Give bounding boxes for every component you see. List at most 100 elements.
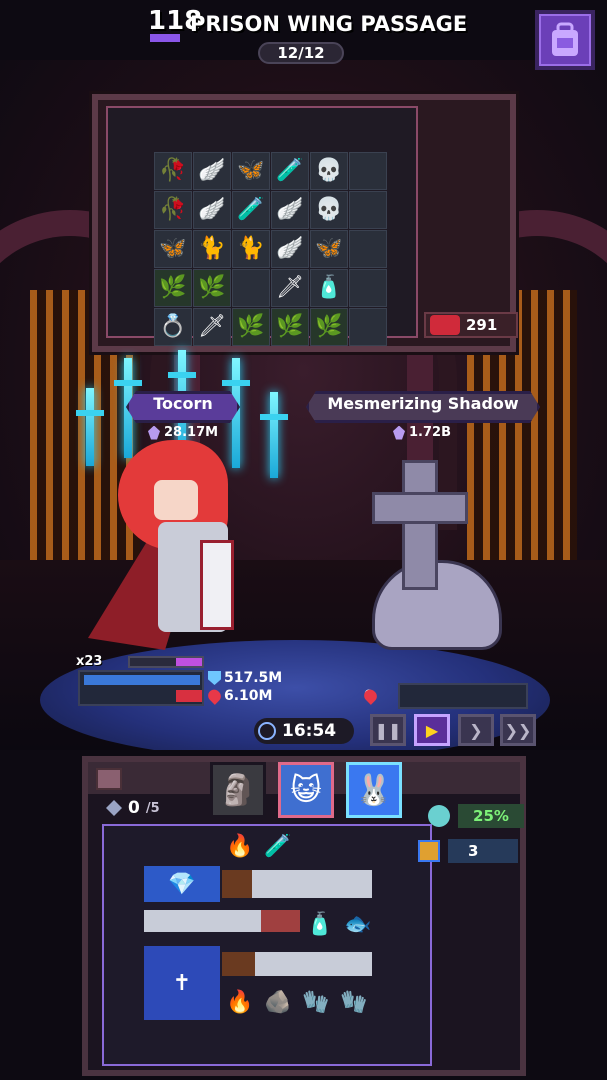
hero-power-value: 28.17M — [164, 425, 219, 440]
thorn-vine-icon[interactable]: 🌿 — [154, 269, 192, 307]
fire-ring-icon[interactable]: 🔥 — [222, 828, 258, 864]
hero-power: 28.17M — [148, 425, 218, 440]
stage-header: 118 PRISON WING PASSAGE 12/12 — [0, 0, 607, 72]
dagger-icon[interactable]: 🗡 — [271, 269, 309, 307]
short-sword-icon[interactable] — [222, 952, 372, 976]
enemy-power-value: 1.72B — [409, 425, 451, 440]
thorn-vine-icon[interactable]: 🌿 — [232, 308, 270, 346]
tomb-cross-arm — [372, 492, 468, 524]
loot-grid: 🥀 🪽 🦋 🧪 💀 🥀 🪽 🧪 🪽 💀 🦋 🐈 🐈 🪽 🦋 🌿 🌿 🗡 🧴 💍 🗡 🌿 🌿 🌿 — [154, 152, 387, 346]
red-fish-icon[interactable]: 🐟 — [340, 906, 376, 942]
empty-slot[interactable] — [232, 269, 270, 307]
hero-hp-stat: 6.10M — [205, 687, 272, 705]
enemy-name-plate: Mesmerizing Shadow — [306, 391, 540, 423]
thorn-vine-icon[interactable]: 🌿 — [193, 269, 231, 307]
black-cat-icon[interactable]: 🐈 — [232, 230, 270, 268]
ring-icon[interactable]: 💍 — [154, 308, 192, 346]
potion-pink-icon[interactable]: 🧪 — [271, 152, 309, 190]
party-slot-white-rabbit[interactable]: 🐰 — [346, 762, 402, 818]
black-cat-icon[interactable]: 🐈 — [193, 230, 231, 268]
skull-medal-icon[interactable]: 💀 — [310, 152, 348, 190]
long-sword-icon[interactable] — [144, 910, 300, 932]
party-slot-armored-ghost[interactable]: 🗿 — [210, 762, 266, 818]
hero-shield-value: 517.5M — [224, 670, 283, 686]
party-slot-blue-cat[interactable]: 😺 — [278, 762, 334, 818]
play-button[interactable]: ▶ — [414, 714, 450, 746]
orb-icon — [428, 805, 450, 827]
pause-button[interactable]: ❚❚ — [370, 714, 406, 746]
stone-wing-icon[interactable]: 🪽 — [271, 230, 309, 268]
gem-count-stat: 3 — [418, 838, 518, 864]
blue-glove-icon[interactable]: 🧤 — [298, 984, 334, 1020]
battle-timer: 16:54 — [254, 718, 354, 744]
potion-bottle-icon[interactable]: 🧴 — [310, 269, 348, 307]
stone-wing-icon[interactable]: 🪽 — [193, 152, 231, 190]
thorn-vine-icon[interactable]: 🌿 — [271, 308, 309, 346]
hero-name-plate: Tocorn — [126, 391, 240, 423]
skull-medal-icon[interactable]: 💀 — [310, 191, 348, 229]
greatsword-icon[interactable] — [222, 870, 372, 898]
rage-fill — [176, 658, 202, 666]
gem-icon — [106, 800, 122, 816]
hero-sprite[interactable] — [88, 440, 258, 660]
empty-slot[interactable] — [349, 269, 387, 307]
rose-icon[interactable]: 🥀 — [154, 152, 192, 190]
empty-slot[interactable] — [349, 191, 387, 229]
demon-mask-icon — [430, 315, 460, 335]
spirit-sword — [260, 392, 288, 478]
slot-max: /5 — [145, 800, 160, 816]
dagger-icon[interactable]: 🗡 — [193, 308, 231, 346]
level-ribbon — [150, 34, 180, 42]
blue-glove-icon[interactable]: 🧤 — [336, 984, 372, 1020]
gem-chip-icon — [418, 840, 440, 862]
potion-pink-icon[interactable]: 🧪 — [232, 191, 270, 229]
hero-face — [154, 480, 198, 520]
combo-counter: x23 — [76, 654, 103, 669]
armored-ghost-icon: 🗿 — [219, 772, 257, 808]
bounty-counter: 291 — [424, 312, 518, 338]
stage-title: PRISON WING PASSAGE — [190, 12, 468, 36]
inventory-grid: 🔥 🧪 💎 🧴 🐟 ✝ 🔥 🪨 🧤 🧤 — [102, 824, 432, 1066]
stone-wing-icon[interactable]: 🪽 — [271, 191, 309, 229]
holy-cross-shield-icon[interactable]: ✝ — [144, 946, 220, 1020]
timer-value: 16:54 — [282, 721, 337, 741]
backpack-button[interactable] — [535, 10, 595, 70]
enemy-power: 1.72B — [393, 425, 451, 440]
crit-rate-stat: 25% — [428, 803, 524, 829]
empty-slot[interactable] — [349, 230, 387, 268]
butterfly-icon[interactable]: 🦋 — [232, 152, 270, 190]
enemy-tombstone-sprite[interactable] — [350, 460, 550, 660]
rose-icon[interactable]: 🥀 — [154, 191, 192, 229]
blue-cat-icon: 😺 — [290, 772, 322, 808]
power-icon — [148, 425, 160, 440]
empty-slot[interactable] — [349, 308, 387, 346]
loot-board: 🥀 🪽 🦋 🧪 💀 🥀 🪽 🧪 🪽 💀 🦋 🐈 🐈 🪽 🦋 🌿 🌿 🗡 🧴 💍 🗡 🌿 🌿 🌿 — [106, 106, 418, 346]
tomb-cross — [402, 460, 438, 590]
white-rabbit-icon: 🐰 — [355, 772, 393, 808]
butterfly-icon[interactable]: 🦋 — [310, 230, 348, 268]
blue-gauntlet-icon[interactable]: 💎 — [144, 866, 220, 902]
bounty-value: 291 — [466, 316, 498, 334]
enemy-loot-panel: 🥀 🪽 🦋 🧪 💀 🥀 🪽 🧪 🪽 💀 🦋 🐈 🐈 🪽 🦋 🌿 🌿 🗡 🧴 💍 🗡 🌿 🌿 🌿 291 — [92, 94, 518, 352]
thorn-vine-icon[interactable]: 🌿 — [310, 308, 348, 346]
purple-potion-icon[interactable]: 🧪 — [260, 828, 296, 864]
fastest-forward-button[interactable]: ❯❯ — [500, 714, 536, 746]
book-icon[interactable] — [96, 768, 122, 790]
stone-icon[interactable]: 🪨 — [260, 984, 296, 1020]
backpack-icon — [552, 22, 578, 56]
hero-shield — [200, 540, 234, 630]
crit-rate-value: 25% — [458, 804, 524, 828]
shield-icon — [208, 671, 221, 685]
slot-count: 0 — [128, 798, 140, 818]
power-icon — [393, 425, 405, 440]
butterfly-icon[interactable]: 🦋 — [154, 230, 192, 268]
fast-forward-button[interactable]: ❯ — [458, 714, 494, 746]
clock-icon — [258, 722, 276, 740]
wave-progress: 12/12 — [258, 42, 344, 64]
hp-bar — [176, 690, 202, 702]
flame-orb-icon[interactable]: 🔥 — [222, 984, 258, 1020]
enemy-hp-bar — [398, 683, 528, 709]
orange-potion-icon[interactable]: 🧴 — [302, 906, 338, 942]
empty-slot[interactable] — [349, 152, 387, 190]
stone-wing-icon[interactable]: 🪽 — [193, 191, 231, 229]
